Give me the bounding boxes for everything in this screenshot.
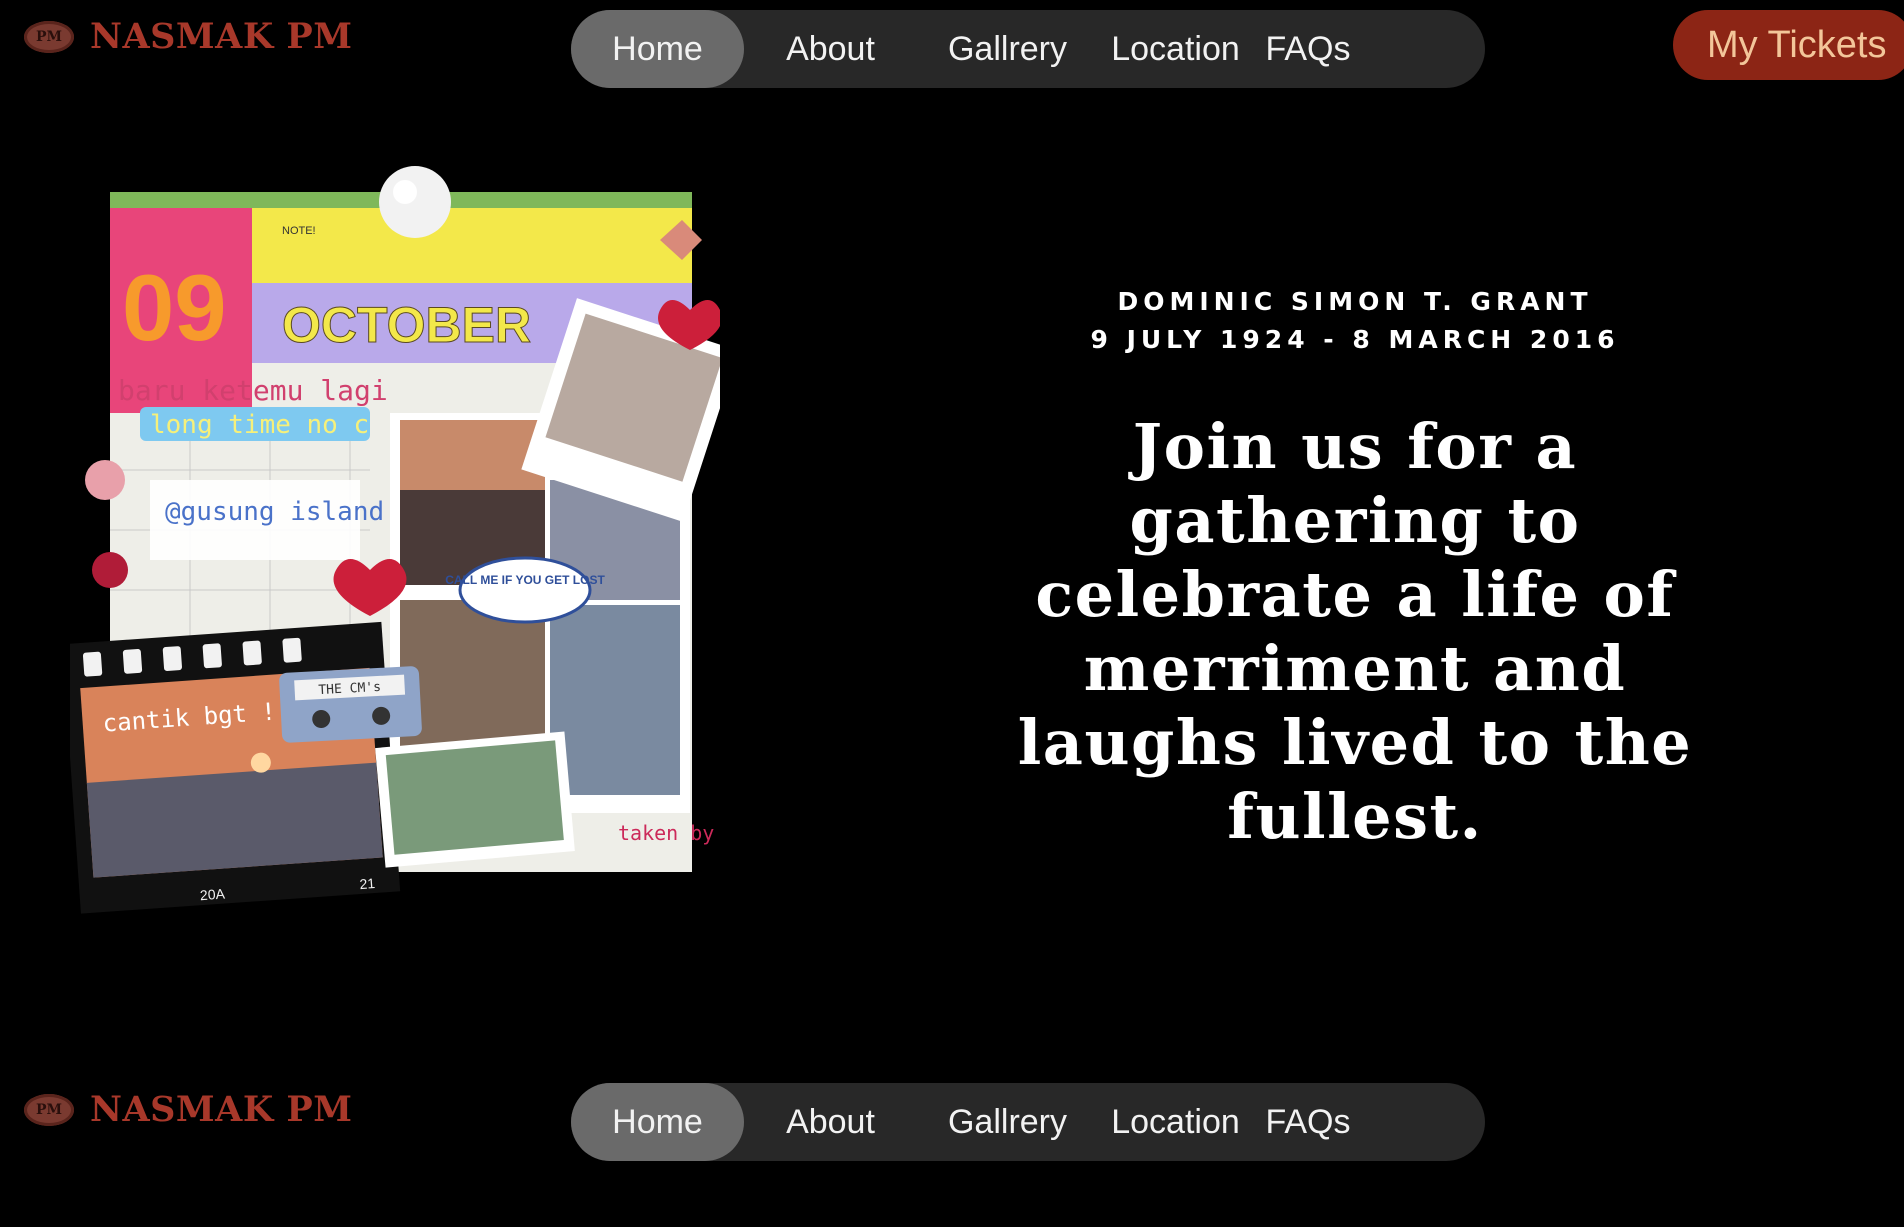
collage-location: @gusung island ! bbox=[165, 497, 415, 527]
collage-day: 09 bbox=[122, 255, 227, 360]
nav-faqs[interactable]: FAQs bbox=[1253, 10, 1363, 88]
brand-name: NASMAK PM bbox=[90, 16, 353, 57]
nav-home[interactable]: Home bbox=[571, 10, 744, 88]
footer-nav: Home About Gallrery Location FAQs bbox=[571, 1083, 1485, 1161]
honoree-dates: 9 JULY 1924 - 8 MARCH 2016 bbox=[1090, 325, 1620, 354]
collage-film-num: 21 bbox=[359, 875, 376, 892]
memory-collage-image: 09 NOTE! OCTOBER baru ketemu lagi long t… bbox=[70, 166, 720, 914]
footer-brand-name: NASMAK PM bbox=[90, 1089, 353, 1130]
footer-brand-link[interactable]: PM NASMAK PM bbox=[24, 1089, 353, 1130]
footer-nav-gallery[interactable]: Gallrery bbox=[917, 1083, 1098, 1161]
footer-nav-about[interactable]: About bbox=[744, 1083, 917, 1161]
nav-location[interactable]: Location bbox=[1098, 10, 1253, 88]
nav-about[interactable]: About bbox=[744, 10, 917, 88]
footer-nav-home[interactable]: Home bbox=[571, 1083, 744, 1161]
brand-link[interactable]: PM NASMAK PM bbox=[24, 16, 353, 57]
footer-nav-location[interactable]: Location bbox=[1098, 1083, 1253, 1161]
nav-gallery[interactable]: Gallrery bbox=[917, 10, 1098, 88]
hero-headline: Join us for a gathering to celebrate a l… bbox=[1017, 410, 1693, 853]
main-nav: Home About Gallrery Location FAQs bbox=[571, 10, 1485, 88]
collage-line2: long time no c bbox=[150, 410, 369, 440]
footer-nav-faqs[interactable]: FAQs bbox=[1253, 1083, 1363, 1161]
collage-note: NOTE! bbox=[282, 225, 316, 237]
collage-credit: taken by me :D bbox=[618, 821, 720, 845]
honoree-name: DOMINIC SIMON T. GRANT bbox=[1117, 287, 1593, 316]
brand-logo-icon: PM bbox=[24, 20, 74, 53]
footer: PM NASMAK PM Home About Gallrery Locatio… bbox=[0, 1040, 1904, 1227]
collage-sticker: CALL ME IF YOU GET LOST bbox=[445, 573, 605, 587]
collage-line1: baru ketemu lagi bbox=[118, 374, 388, 407]
collage-month: OCTOBER bbox=[282, 297, 531, 353]
collage-film-code: 20A bbox=[199, 885, 226, 903]
footer-brand-logo-icon: PM bbox=[24, 1093, 74, 1126]
my-tickets-button[interactable]: My Tickets bbox=[1673, 10, 1904, 80]
